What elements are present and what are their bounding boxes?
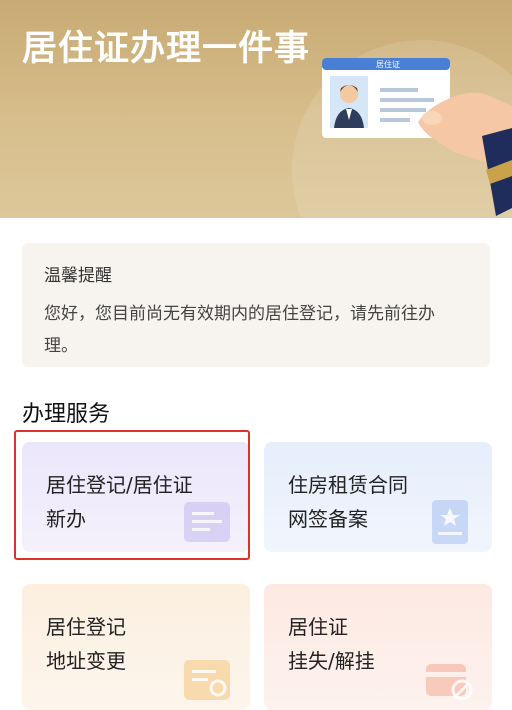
service-tile-address-change[interactable]: 居住登记 地址变更 — [22, 584, 250, 710]
id-card-hand-illustration: 居住证 — [322, 58, 512, 216]
banner-title: 居住证办理一件事 — [22, 29, 311, 69]
service-tile-title: 居住证 — [288, 615, 348, 639]
service-tile-title: 住房租赁合同 — [288, 473, 408, 497]
notice-box: 温馨提醒 您好，您目前尚无有效期内的居住登记，请先前往办理。 — [22, 243, 490, 367]
notice-title: 温馨提醒 — [44, 266, 112, 286]
banner: 居住证办理一件事 居住证 — [0, 0, 512, 218]
selection-highlight — [14, 430, 250, 560]
card-label: 居住证 — [376, 59, 400, 69]
page: 居住证办理一件事 居住证 温馨提醒 您好，您目前尚无有效期内的居住登记，请先前往… — [0, 0, 512, 710]
card-disabled-icon — [426, 664, 473, 701]
section-title: 办理服务 — [22, 402, 111, 427]
address-change-icon — [184, 660, 230, 700]
service-tile-title: 居住登记 — [46, 615, 126, 639]
service-tile-report-loss[interactable]: 居住证 挂失/解挂 — [264, 584, 492, 710]
notice-text: 您好，您目前尚无有效期内的居住登记，请先前往办理。 — [44, 304, 435, 356]
contract-icon — [432, 500, 468, 544]
service-tile-rental-contract[interactable]: 住房租赁合同 网签备案 — [264, 442, 492, 552]
